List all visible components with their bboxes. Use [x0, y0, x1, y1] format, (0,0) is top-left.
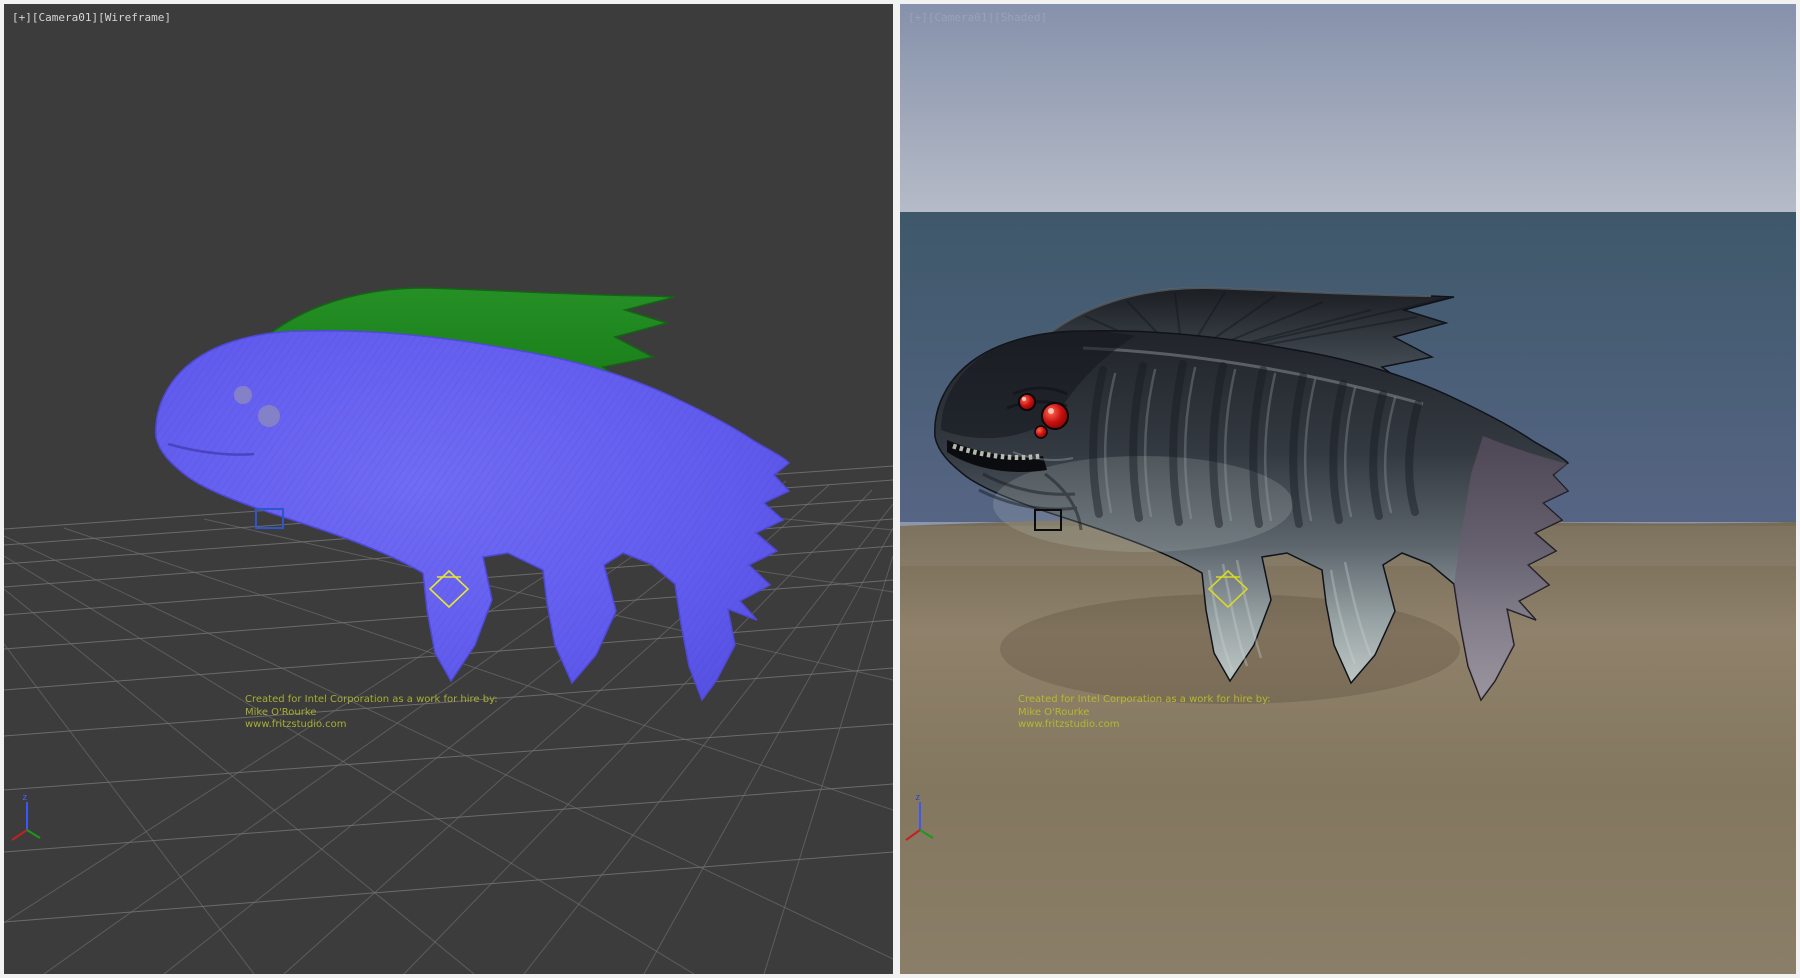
- shaded-scene: z: [900, 4, 1796, 974]
- viewport-shading-menu[interactable]: [Shaded]: [994, 11, 1047, 24]
- fish-model-wireframe[interactable]: [156, 288, 789, 700]
- viewport-general-menu[interactable]: [+]: [12, 11, 32, 24]
- axis-tripod: z: [12, 793, 40, 840]
- viewport-shaded[interactable]: z [+][Camera01][Shaded] Created for Inte…: [900, 4, 1796, 974]
- fish-eye: [234, 386, 252, 404]
- fish-eye: [258, 405, 280, 427]
- viewport-label: [+][Camera01][Shaded]: [908, 11, 1047, 24]
- axis-z-label: z: [915, 793, 920, 803]
- attribution-line3: www.fritzstudio.com: [1018, 719, 1271, 732]
- sky: [900, 4, 1796, 212]
- viewport-wireframe[interactable]: z [+][Camera01][Wireframe] Created for I…: [4, 4, 893, 974]
- viewport-label: [+][Camera01][Wireframe]: [12, 11, 171, 24]
- attribution-line1: Created for Intel Corporation as a work …: [245, 694, 498, 707]
- viewport-shading-menu[interactable]: [Wireframe]: [98, 11, 171, 24]
- viewport-general-menu[interactable]: [+]: [908, 11, 928, 24]
- viewport-pov-menu[interactable]: [Camera01]: [928, 11, 994, 24]
- attribution-text: Created for Intel Corporation as a work …: [1018, 694, 1271, 732]
- viewport-pov-menu[interactable]: [Camera01]: [32, 11, 98, 24]
- wireframe-scene: z: [4, 4, 893, 974]
- attribution-line3: www.fritzstudio.com: [245, 719, 498, 732]
- attribution-line1: Created for Intel Corporation as a work …: [1018, 694, 1271, 707]
- attribution-line2: Mike O'Rourke: [245, 707, 498, 720]
- attribution-line2: Mike O'Rourke: [1018, 707, 1271, 720]
- viewport-canvas: z [+][Camera01][Wireframe] Created for I…: [0, 0, 1800, 978]
- wireframe-hatch: [156, 331, 789, 700]
- attribution-text: Created for Intel Corporation as a work …: [245, 694, 498, 732]
- axis-z-label: z: [22, 793, 27, 803]
